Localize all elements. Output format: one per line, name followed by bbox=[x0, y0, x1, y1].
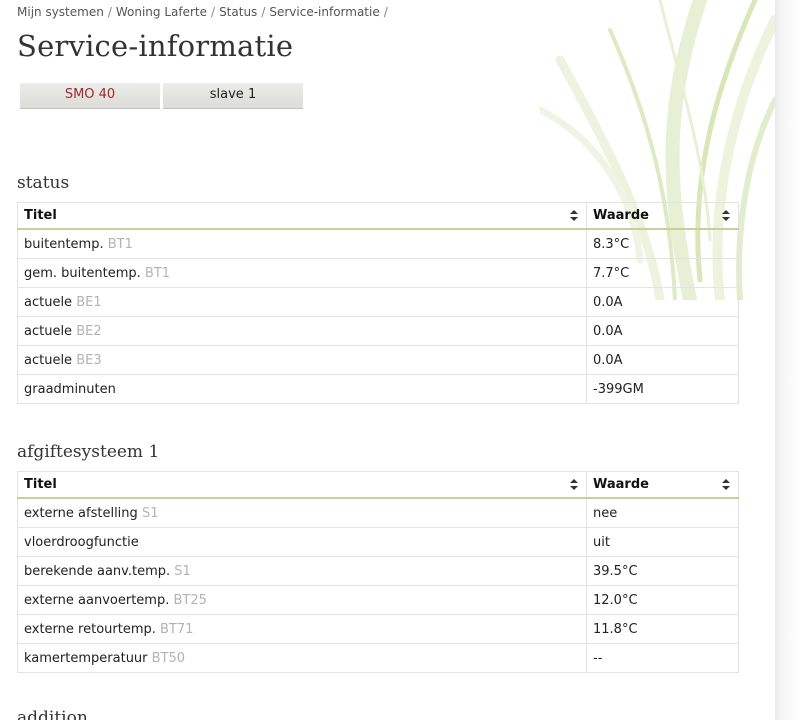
table-header-row: Titel Waarde bbox=[17, 471, 739, 499]
column-header-label: Waarde bbox=[593, 477, 649, 492]
sort-up-down-icon[interactable] bbox=[570, 210, 578, 221]
row-label: externe aanvoertemp. bbox=[24, 592, 170, 608]
breadcrumb-separator: / bbox=[107, 5, 112, 19]
row-value: 12.0°C bbox=[586, 585, 739, 615]
row-value: -399GM bbox=[586, 374, 739, 404]
row-value: 39.5°C bbox=[586, 556, 739, 586]
row-title: actuele BE2 bbox=[17, 316, 587, 346]
row-title: berekende aanv.temp. S1 bbox=[17, 556, 587, 586]
row-title: buitentemp. BT1 bbox=[17, 228, 587, 259]
row-label: actuele bbox=[24, 352, 73, 368]
breadcrumb-item-service-informatie[interactable]: Service-informatie bbox=[269, 5, 379, 19]
row-label: externe afstelling bbox=[24, 505, 138, 521]
row-label: buitentemp. bbox=[24, 236, 104, 252]
row-title: vloerdroogfunctie bbox=[17, 527, 587, 557]
tab-slave-1[interactable]: slave 1 bbox=[163, 83, 303, 109]
column-header-titel[interactable]: Titel bbox=[17, 202, 587, 230]
section-title-afgiftesysteem-1: afgiftesysteem 1 bbox=[17, 442, 160, 462]
page-edge-shadow bbox=[775, 0, 800, 720]
column-header-waarde[interactable]: Waarde bbox=[586, 471, 739, 499]
table-row: kamertemperatuur BT50 -- bbox=[17, 643, 739, 673]
page: Mijn systemen / Woning Laferte / Status / Serv… bbox=[0, 0, 775, 720]
row-title: graadminuten bbox=[17, 374, 587, 404]
row-code: BT71 bbox=[160, 621, 194, 637]
row-value: nee bbox=[586, 497, 739, 528]
row-value: 8.3°C bbox=[586, 228, 739, 259]
row-code: S1 bbox=[141, 505, 159, 521]
breadcrumb-separator: / bbox=[211, 5, 216, 19]
table-row: buitentemp. BT1 8.3°C bbox=[17, 228, 739, 259]
table-row: graadminuten -399GM bbox=[17, 374, 739, 404]
row-code: BT50 bbox=[151, 650, 186, 666]
section-title-addition: addition bbox=[17, 708, 88, 720]
row-label: kamertemperatuur bbox=[24, 650, 148, 666]
row-value: 0.0A bbox=[586, 287, 739, 317]
table-row: externe afstelling S1 nee bbox=[17, 497, 739, 528]
row-label: graadminuten bbox=[24, 381, 116, 397]
afgiftesysteem-table: Titel Waarde externe afstelling S1 nee vl… bbox=[17, 471, 739, 673]
row-value: 0.0A bbox=[586, 316, 739, 346]
row-label: actuele bbox=[24, 294, 73, 310]
row-code: BT25 bbox=[173, 592, 207, 608]
column-header-waarde[interactable]: Waarde bbox=[586, 202, 739, 230]
row-label: gem. buitentemp. bbox=[24, 265, 141, 281]
table-header-row: Titel Waarde bbox=[17, 202, 739, 230]
row-label: vloerdroogfunctie bbox=[24, 534, 139, 550]
row-code: BE2 bbox=[76, 323, 102, 339]
row-title: externe retourtemp. BT71 bbox=[17, 614, 587, 644]
row-label: berekende aanv.temp. bbox=[24, 563, 171, 579]
breadcrumb-item-mijn-systemen[interactable]: Mijn systemen bbox=[17, 5, 104, 19]
breadcrumb-separator: / bbox=[383, 5, 388, 19]
row-label: externe retourtemp. bbox=[24, 621, 156, 637]
page-title: Service-informatie bbox=[17, 29, 294, 63]
row-title: externe aanvoertemp. BT25 bbox=[17, 585, 587, 615]
column-header-label: Waarde bbox=[593, 208, 649, 223]
row-value: 0.0A bbox=[586, 345, 739, 375]
table-row: actuele BE2 0.0A bbox=[17, 316, 739, 346]
row-code: BE1 bbox=[76, 294, 102, 310]
row-title: actuele BE3 bbox=[17, 345, 587, 375]
row-code: BE3 bbox=[76, 352, 102, 368]
breadcrumb: Mijn systemen / Woning Laferte / Status / Serv… bbox=[17, 5, 392, 19]
column-header-label: Titel bbox=[24, 208, 57, 223]
row-title: gem. buitentemp. BT1 bbox=[17, 258, 587, 288]
section-title-status: status bbox=[17, 173, 70, 193]
status-table: Titel Waarde buitentemp. BT1 8.3°C gem. b… bbox=[17, 202, 739, 404]
table-row: vloerdroogfunctie uit bbox=[17, 527, 739, 557]
unit-tabs: SMO 40 slave 1 bbox=[20, 83, 303, 109]
table-row: actuele BE1 0.0A bbox=[17, 287, 739, 317]
breadcrumb-item-woning-laferte[interactable]: Woning Laferte bbox=[116, 5, 207, 19]
row-title: kamertemperatuur BT50 bbox=[17, 643, 587, 673]
sort-up-down-icon[interactable] bbox=[722, 479, 730, 490]
row-label: actuele bbox=[24, 323, 73, 339]
row-code: S1 bbox=[174, 563, 191, 579]
row-code: BT1 bbox=[144, 265, 171, 281]
row-title: externe afstelling S1 bbox=[17, 497, 587, 528]
sort-up-down-icon[interactable] bbox=[722, 210, 730, 221]
tab-smo-40[interactable]: SMO 40 bbox=[20, 83, 160, 109]
row-code: BT1 bbox=[107, 236, 133, 252]
column-header-label: Titel bbox=[24, 477, 57, 492]
table-row: gem. buitentemp. BT1 7.7°C bbox=[17, 258, 739, 288]
row-value: -- bbox=[586, 643, 739, 673]
breadcrumb-separator: / bbox=[261, 5, 266, 19]
row-value: uit bbox=[586, 527, 739, 557]
breadcrumb-item-status[interactable]: Status bbox=[219, 5, 257, 19]
row-title: actuele BE1 bbox=[17, 287, 587, 317]
row-value: 7.7°C bbox=[586, 258, 739, 288]
table-row: externe aanvoertemp. BT25 12.0°C bbox=[17, 585, 739, 615]
table-row: externe retourtemp. BT71 11.8°C bbox=[17, 614, 739, 644]
column-header-titel[interactable]: Titel bbox=[17, 471, 587, 499]
sort-up-down-icon[interactable] bbox=[570, 479, 578, 490]
table-row: berekende aanv.temp. S1 39.5°C bbox=[17, 556, 739, 586]
row-value: 11.8°C bbox=[586, 614, 739, 644]
table-row: actuele BE3 0.0A bbox=[17, 345, 739, 375]
